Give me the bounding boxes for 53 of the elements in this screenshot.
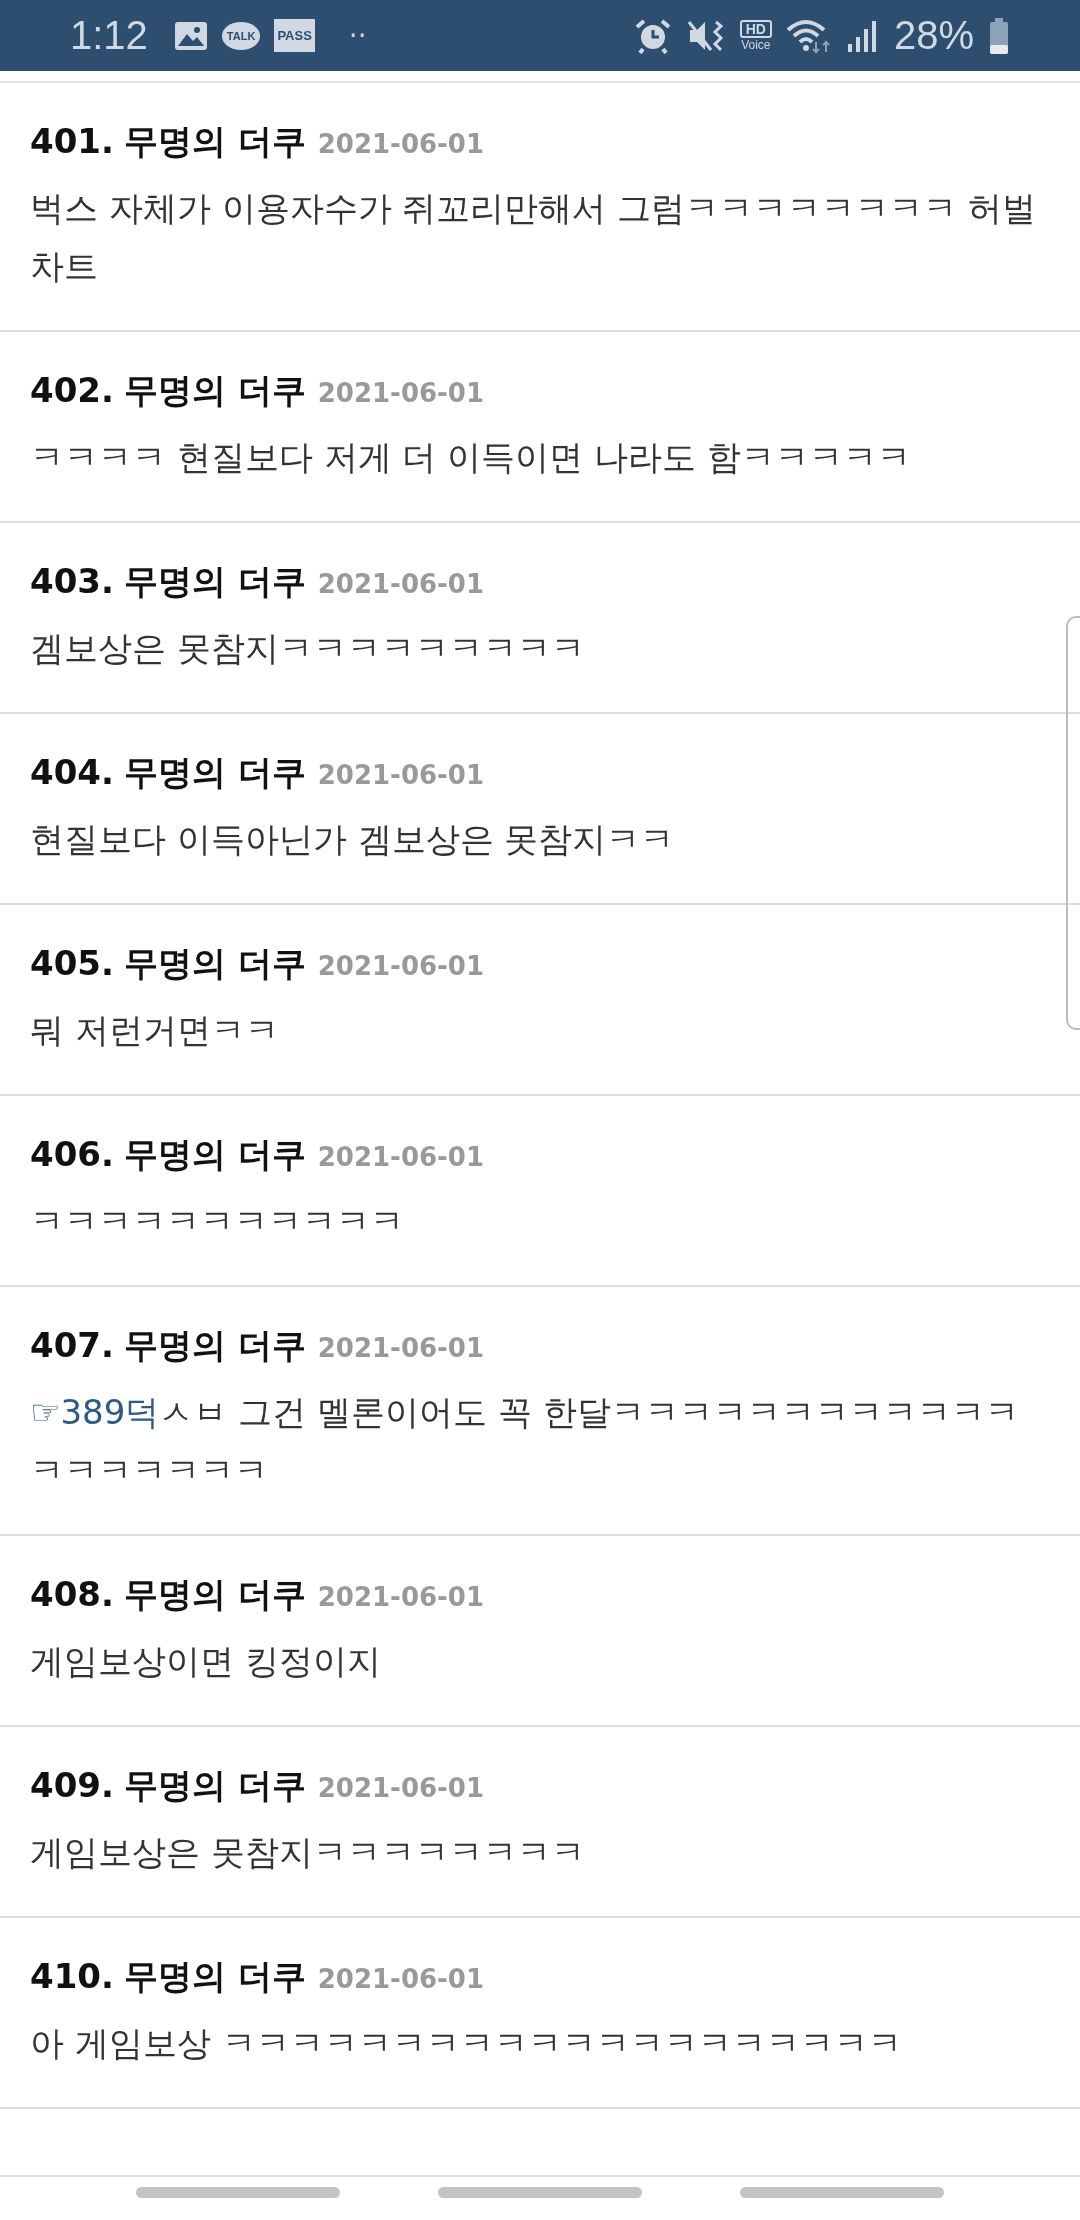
- image-icon: [173, 20, 208, 51]
- comment-text: 뭐 저런거면ㅋㅋ: [30, 1009, 280, 1052]
- comment-number: 410.: [30, 1956, 114, 1996]
- comment-author: 무명의 더쿠: [123, 560, 306, 603]
- comment-date: 2021-06-01: [317, 129, 485, 159]
- comment-number: 402.: [30, 370, 114, 410]
- pass-icon: PASS: [274, 19, 315, 52]
- comment-text: 벅스 자체가 이용자수가 쥐꼬리만해서 그럼ㅋㅋㅋㅋㅋㅋㅋㅋ 허벌차트: [30, 187, 1038, 288]
- comment-text: 게임보상이면 킹정이지: [30, 1640, 382, 1683]
- battery-percentage: 28%: [893, 13, 974, 58]
- wifi-icon: [785, 17, 832, 54]
- comment-number: 401.: [30, 121, 114, 161]
- comment-date: 2021-06-01: [317, 1773, 485, 1803]
- comment-number: 404.: [30, 752, 114, 792]
- nav-handle[interactable]: [740, 2187, 944, 2198]
- comment-number: 403.: [30, 561, 114, 601]
- battery-icon: [988, 16, 1010, 55]
- comment-number: 407.: [30, 1325, 114, 1365]
- comment-author: 무명의 더쿠: [123, 1133, 306, 1176]
- comment-number: 405.: [30, 943, 114, 983]
- comment-number: 406.: [30, 1134, 114, 1174]
- comment-date: 2021-06-01: [317, 378, 485, 408]
- comment-author: 무명의 더쿠: [123, 1324, 306, 1367]
- comment-author: 무명의 더쿠: [123, 1955, 306, 1998]
- chat-bubble-icon: TALK: [221, 21, 261, 50]
- comment-number: 409.: [30, 1765, 114, 1805]
- comment-author: 무명의 더쿠: [123, 369, 306, 412]
- comment-date: 2021-06-01: [317, 760, 485, 790]
- comment-date: 2021-06-01: [317, 1333, 485, 1363]
- nav-handle[interactable]: [136, 2187, 340, 2198]
- comment-text: ☞389덕 ㅅㅂ 그건 멜론이어도 꼭 한달ㅋㅋㅋㅋㅋㅋㅋㅋㅋㅋㅋㅋㅋㅋㅋㅋㅋㅋㅋ: [30, 1391, 1020, 1492]
- comment-number: 408.: [30, 1574, 114, 1614]
- nav-handle[interactable]: [438, 2187, 642, 2198]
- comment-text: 현질보다 이득아닌가 겜보상은 못참지ㅋㅋ: [30, 818, 676, 861]
- comment-author: 무명의 더쿠: [123, 1573, 306, 1616]
- comment-date: 2021-06-01: [317, 569, 485, 599]
- comment-author: 무명의 더쿠: [123, 942, 306, 985]
- comment-text: 겜보상은 못참지ㅋㅋㅋㅋㅋㅋㅋㅋㅋ: [30, 627, 586, 670]
- comment-text: ㅋㅋㅋㅋ 현질보다 저게 더 이득이면 나라도 함ㅋㅋㅋㅋㅋ: [30, 436, 912, 479]
- comment-text: ㅋㅋㅋㅋㅋㅋㅋㅋㅋㅋㅋ: [30, 1200, 405, 1243]
- comment-date: 2021-06-01: [317, 1582, 485, 1612]
- comment-date: 2021-06-01: [317, 1142, 485, 1172]
- clock-time: 1:12: [70, 13, 148, 58]
- reply-link[interactable]: ☞389덕: [30, 1392, 160, 1432]
- alarm-icon: [633, 17, 672, 54]
- comment-date: 2021-06-01: [317, 1964, 485, 1994]
- comment-author: 무명의 더쿠: [123, 751, 306, 794]
- comment-author: 무명의 더쿠: [123, 120, 306, 163]
- comment-text: 게임보상은 못참지ㅋㅋㅋㅋㅋㅋㅋㅋ: [30, 1831, 586, 1874]
- comment-text: 아 게임보상 ㅋㅋㅋㅋㅋㅋㅋㅋㅋㅋㅋㅋㅋㅋㅋㅋㅋㅋㅋㅋ: [30, 2022, 903, 2065]
- more-notifications-icon: ··: [348, 19, 367, 52]
- comment-date: 2021-06-01: [317, 951, 485, 981]
- comment-author: 무명의 더쿠: [123, 1764, 306, 1807]
